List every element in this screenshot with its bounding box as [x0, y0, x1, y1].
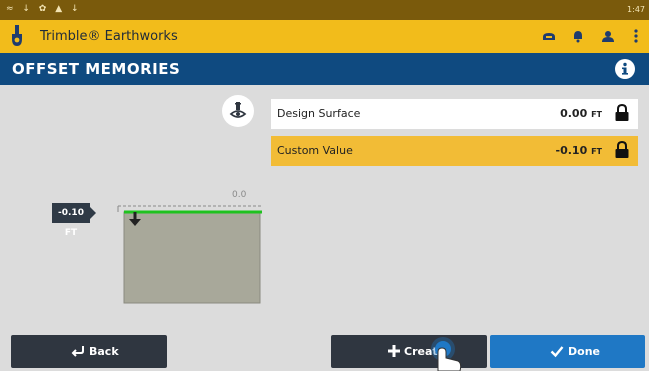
offset-row-design-surface[interactable]: Design Surface 0.00 FT — [271, 99, 638, 129]
status-time: 1:47 — [627, 5, 645, 14]
page-title: OFFSET MEMORIES — [12, 60, 181, 78]
status-icons: ≈ ↓ ✿ ▲ ↓ — [6, 4, 82, 14]
touch-pointer-icon — [431, 337, 462, 371]
lock-icon[interactable] — [614, 141, 630, 159]
done-label: Done — [568, 345, 600, 358]
reference-label: 0.0 — [232, 190, 247, 200]
back-arrow-icon — [71, 346, 84, 357]
offset-value: -0.10 FT — [555, 144, 602, 157]
person-icon[interactable] — [600, 28, 616, 44]
eye-layer-icon — [229, 102, 247, 118]
system-status-bar: ≈ ↓ ✿ ▲ ↓ 1:47 — [0, 0, 649, 20]
done-button[interactable]: Done — [490, 335, 645, 368]
offset-row-custom-value[interactable]: Custom Value -0.10 FT — [271, 136, 638, 166]
app-title: Trimble® Earthworks — [40, 29, 178, 44]
plus-icon — [388, 345, 400, 357]
offset-value: 0.00 FT — [560, 107, 602, 120]
back-label: Back — [89, 345, 119, 358]
app-bar: Trimble® Earthworks — [0, 20, 649, 53]
offset-label: Design Surface — [277, 107, 361, 120]
lock-icon[interactable] — [614, 104, 630, 122]
check-icon — [550, 346, 564, 358]
bell-icon[interactable] — [570, 28, 586, 44]
back-button[interactable]: Back — [11, 335, 167, 368]
info-icon[interactable] — [614, 58, 636, 80]
machine-icon[interactable] — [541, 28, 557, 44]
shovel-icon — [12, 25, 22, 46]
offset-value-badge: -0.10 FT — [52, 203, 96, 238]
title-bar: OFFSET MEMORIES — [0, 53, 649, 85]
offset-label: Custom Value — [277, 144, 353, 157]
more-vert-icon[interactable] — [628, 28, 644, 44]
view-toggle-button[interactable] — [222, 95, 254, 127]
